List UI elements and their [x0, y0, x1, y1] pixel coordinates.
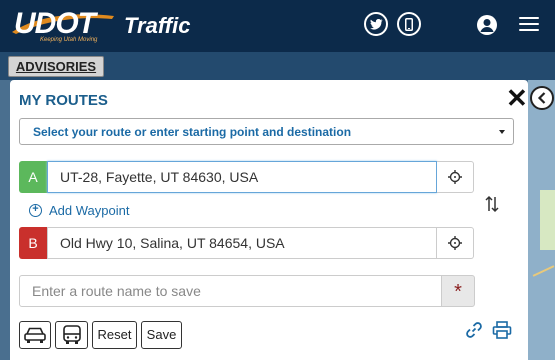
- advisories-button[interactable]: ADVISORIES: [8, 56, 104, 77]
- chevron-down-icon: [499, 130, 505, 134]
- logo-tagline: Keeping Utah Moving: [40, 37, 98, 43]
- start-point-input[interactable]: UT-28, Fayette, UT 84630, USA: [47, 161, 437, 193]
- crosshair-icon: [448, 170, 462, 184]
- locate-start-button[interactable]: [437, 161, 474, 193]
- map-terrain: [540, 190, 555, 250]
- required-marker: *: [441, 275, 475, 307]
- close-icon[interactable]: ✕: [506, 85, 528, 111]
- save-button[interactable]: Save: [141, 321, 182, 349]
- bus-icon: [62, 325, 81, 344]
- chevron-left-icon: [537, 92, 546, 104]
- plus-circle-icon: +: [29, 203, 42, 217]
- swap-icon[interactable]: [485, 195, 499, 213]
- crosshair-icon: [448, 236, 462, 250]
- twitter-icon[interactable]: [364, 12, 388, 36]
- print-icon[interactable]: [492, 321, 512, 339]
- link-icon[interactable]: [465, 321, 483, 339]
- end-point-row: B Old Hwy 10, Salina, UT 84654, USA: [19, 227, 475, 259]
- locate-end-button[interactable]: [437, 227, 474, 259]
- route-select-value: Select your route or enter starting poin…: [33, 125, 352, 139]
- point-b-badge: B: [19, 227, 47, 259]
- menu-icon[interactable]: [519, 17, 539, 33]
- route-name-input[interactable]: Enter a route name to save: [19, 275, 442, 307]
- car-mode-button[interactable]: [19, 321, 51, 349]
- mobile-icon[interactable]: [397, 12, 421, 36]
- end-point-input[interactable]: Old Hwy 10, Salina, UT 84654, USA: [47, 227, 437, 259]
- reset-button[interactable]: Reset: [92, 321, 137, 349]
- user-icon[interactable]: [477, 15, 497, 35]
- collapse-panel-button[interactable]: [530, 86, 554, 110]
- car-icon: [24, 327, 46, 343]
- point-a-badge: A: [19, 161, 47, 193]
- route-select-dropdown[interactable]: Select your route or enter starting poin…: [19, 118, 514, 145]
- transit-mode-button[interactable]: [55, 321, 88, 349]
- panel-title: MY ROUTES: [19, 92, 108, 109]
- add-waypoint-label: Add Waypoint: [49, 202, 130, 218]
- top-header: UDOT Keeping Utah Moving Traffic: [0, 0, 555, 52]
- app-title: Traffic: [124, 13, 191, 38]
- start-point-row: A UT-28, Fayette, UT 84630, USA: [19, 161, 475, 193]
- add-waypoint-button[interactable]: + Add Waypoint: [29, 202, 129, 218]
- logo-text: UDOT: [14, 7, 96, 40]
